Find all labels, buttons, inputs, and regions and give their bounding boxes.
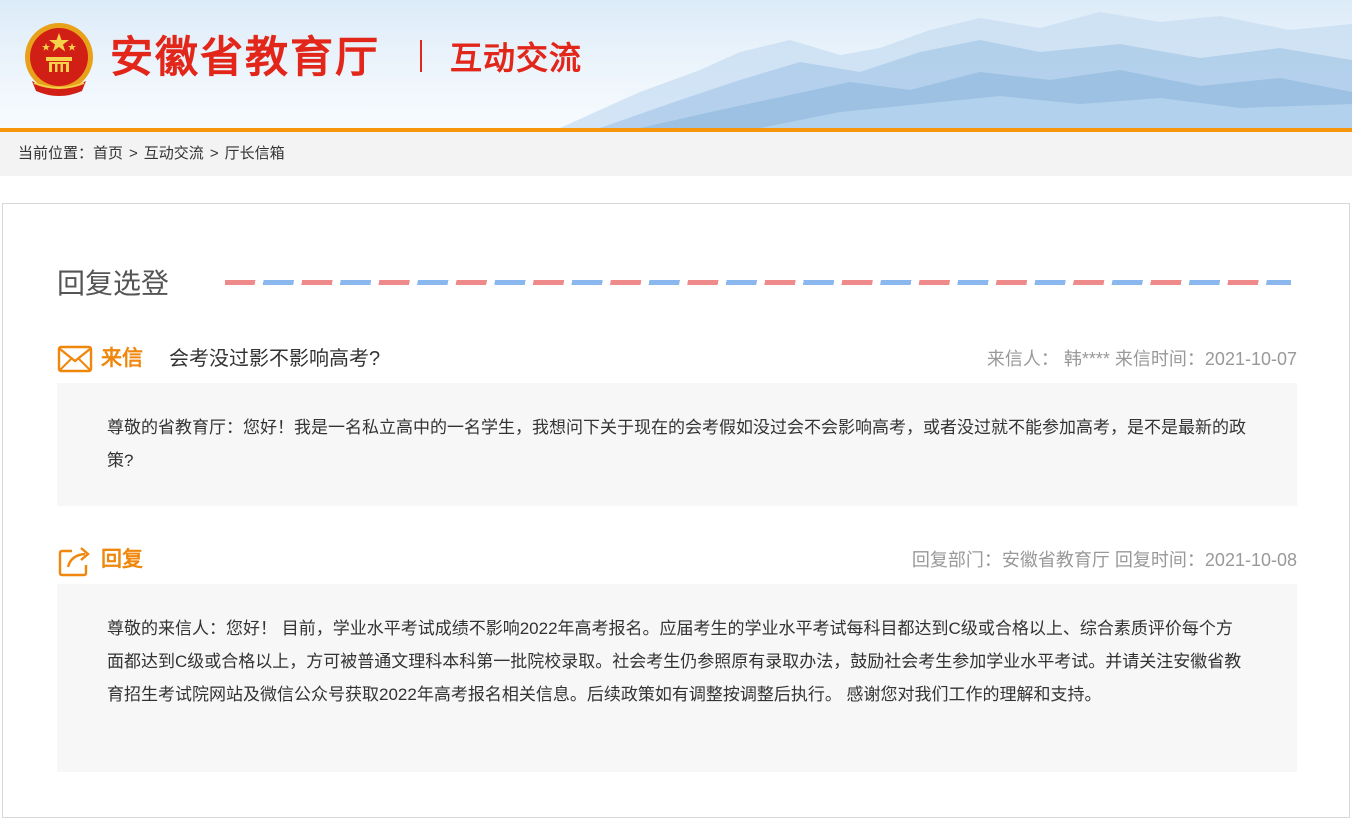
letter-content-box: 尊敬的省教育厅：您好！我是一名私立高中的一名学生，我想问下关于现在的会考假如没过… xyxy=(57,383,1297,506)
reply-tag: 回复 xyxy=(101,548,143,571)
breadcrumb-mailbox-link[interactable]: 厅长信箱 xyxy=(225,132,285,176)
breadcrumb-prefix: 当前位置： xyxy=(18,145,94,162)
national-emblem-icon[interactable] xyxy=(22,21,96,97)
title-divider xyxy=(420,40,422,72)
breadcrumb-separator: > xyxy=(129,145,138,162)
reply-body: 尊敬的来信人：您好！ 目前，学业水平考试成绩不影响2022年高考报名。应届考生的… xyxy=(107,619,1242,704)
reply-meta: 回复部门：安徽省教育厅 回复时间：2021-10-08 xyxy=(912,543,1297,577)
reply-content-box: 尊敬的来信人：您好！ 目前，学业水平考试成绩不影响2022年高考报名。应届考生的… xyxy=(57,584,1297,772)
reply-time: 2021-10-08 xyxy=(1204,550,1297,570)
site-header: 安徽省教育厅 互动交流 xyxy=(0,0,1352,128)
letter-subject: 会考没过影不影响高考? xyxy=(169,348,381,370)
reply-dept-label: 回复部门： xyxy=(911,550,1002,570)
envelope-icon xyxy=(57,344,93,374)
letter-meta: 来信人： 韩**** 来信时间：2021-10-07 xyxy=(987,342,1297,376)
breadcrumb-home-link[interactable]: 首页 xyxy=(93,132,123,176)
letter-body: 尊敬的省教育厅：您好！我是一名私立高中的一名学生，我想问下关于现在的会考假如没过… xyxy=(107,418,1246,470)
breadcrumb: 当前位置：首页 > 互动交流 > 厅长信箱 xyxy=(0,132,1352,176)
letter-tag: 来信 xyxy=(101,347,143,370)
site-title[interactable]: 安徽省教育厅 xyxy=(110,30,380,86)
letter-meta-row: 来信 会考没过影不影响高考? 来信人： 韩**** 来信时间：2021-10-0… xyxy=(57,342,1297,376)
airmail-stripe-divider xyxy=(225,280,1291,285)
reply-panel: 回复选登 来信 会考没过影不影响高考? 来信人： 韩**** 来信时间：2021… xyxy=(2,203,1350,818)
reply-dept: 安徽省教育厅 xyxy=(1001,550,1110,570)
breadcrumb-separator: > xyxy=(209,145,219,162)
panel-heading: 回复选登 xyxy=(57,268,170,299)
section-title[interactable]: 互动交流 xyxy=(450,38,582,78)
breadcrumb-interaction-link[interactable]: 互动交流 xyxy=(144,132,204,176)
letter-time-label: 来信时间： xyxy=(1114,349,1205,369)
reply-share-icon xyxy=(57,545,93,577)
sender-label: 来信人： xyxy=(986,349,1059,369)
sender-name: 韩**** xyxy=(1063,349,1110,369)
reply-time-label: 回复时间： xyxy=(1114,550,1205,570)
reply-meta-row: 回复 回复部门：安徽省教育厅 回复时间：2021-10-08 xyxy=(57,543,1297,577)
letter-time: 2021-10-07 xyxy=(1204,349,1297,369)
